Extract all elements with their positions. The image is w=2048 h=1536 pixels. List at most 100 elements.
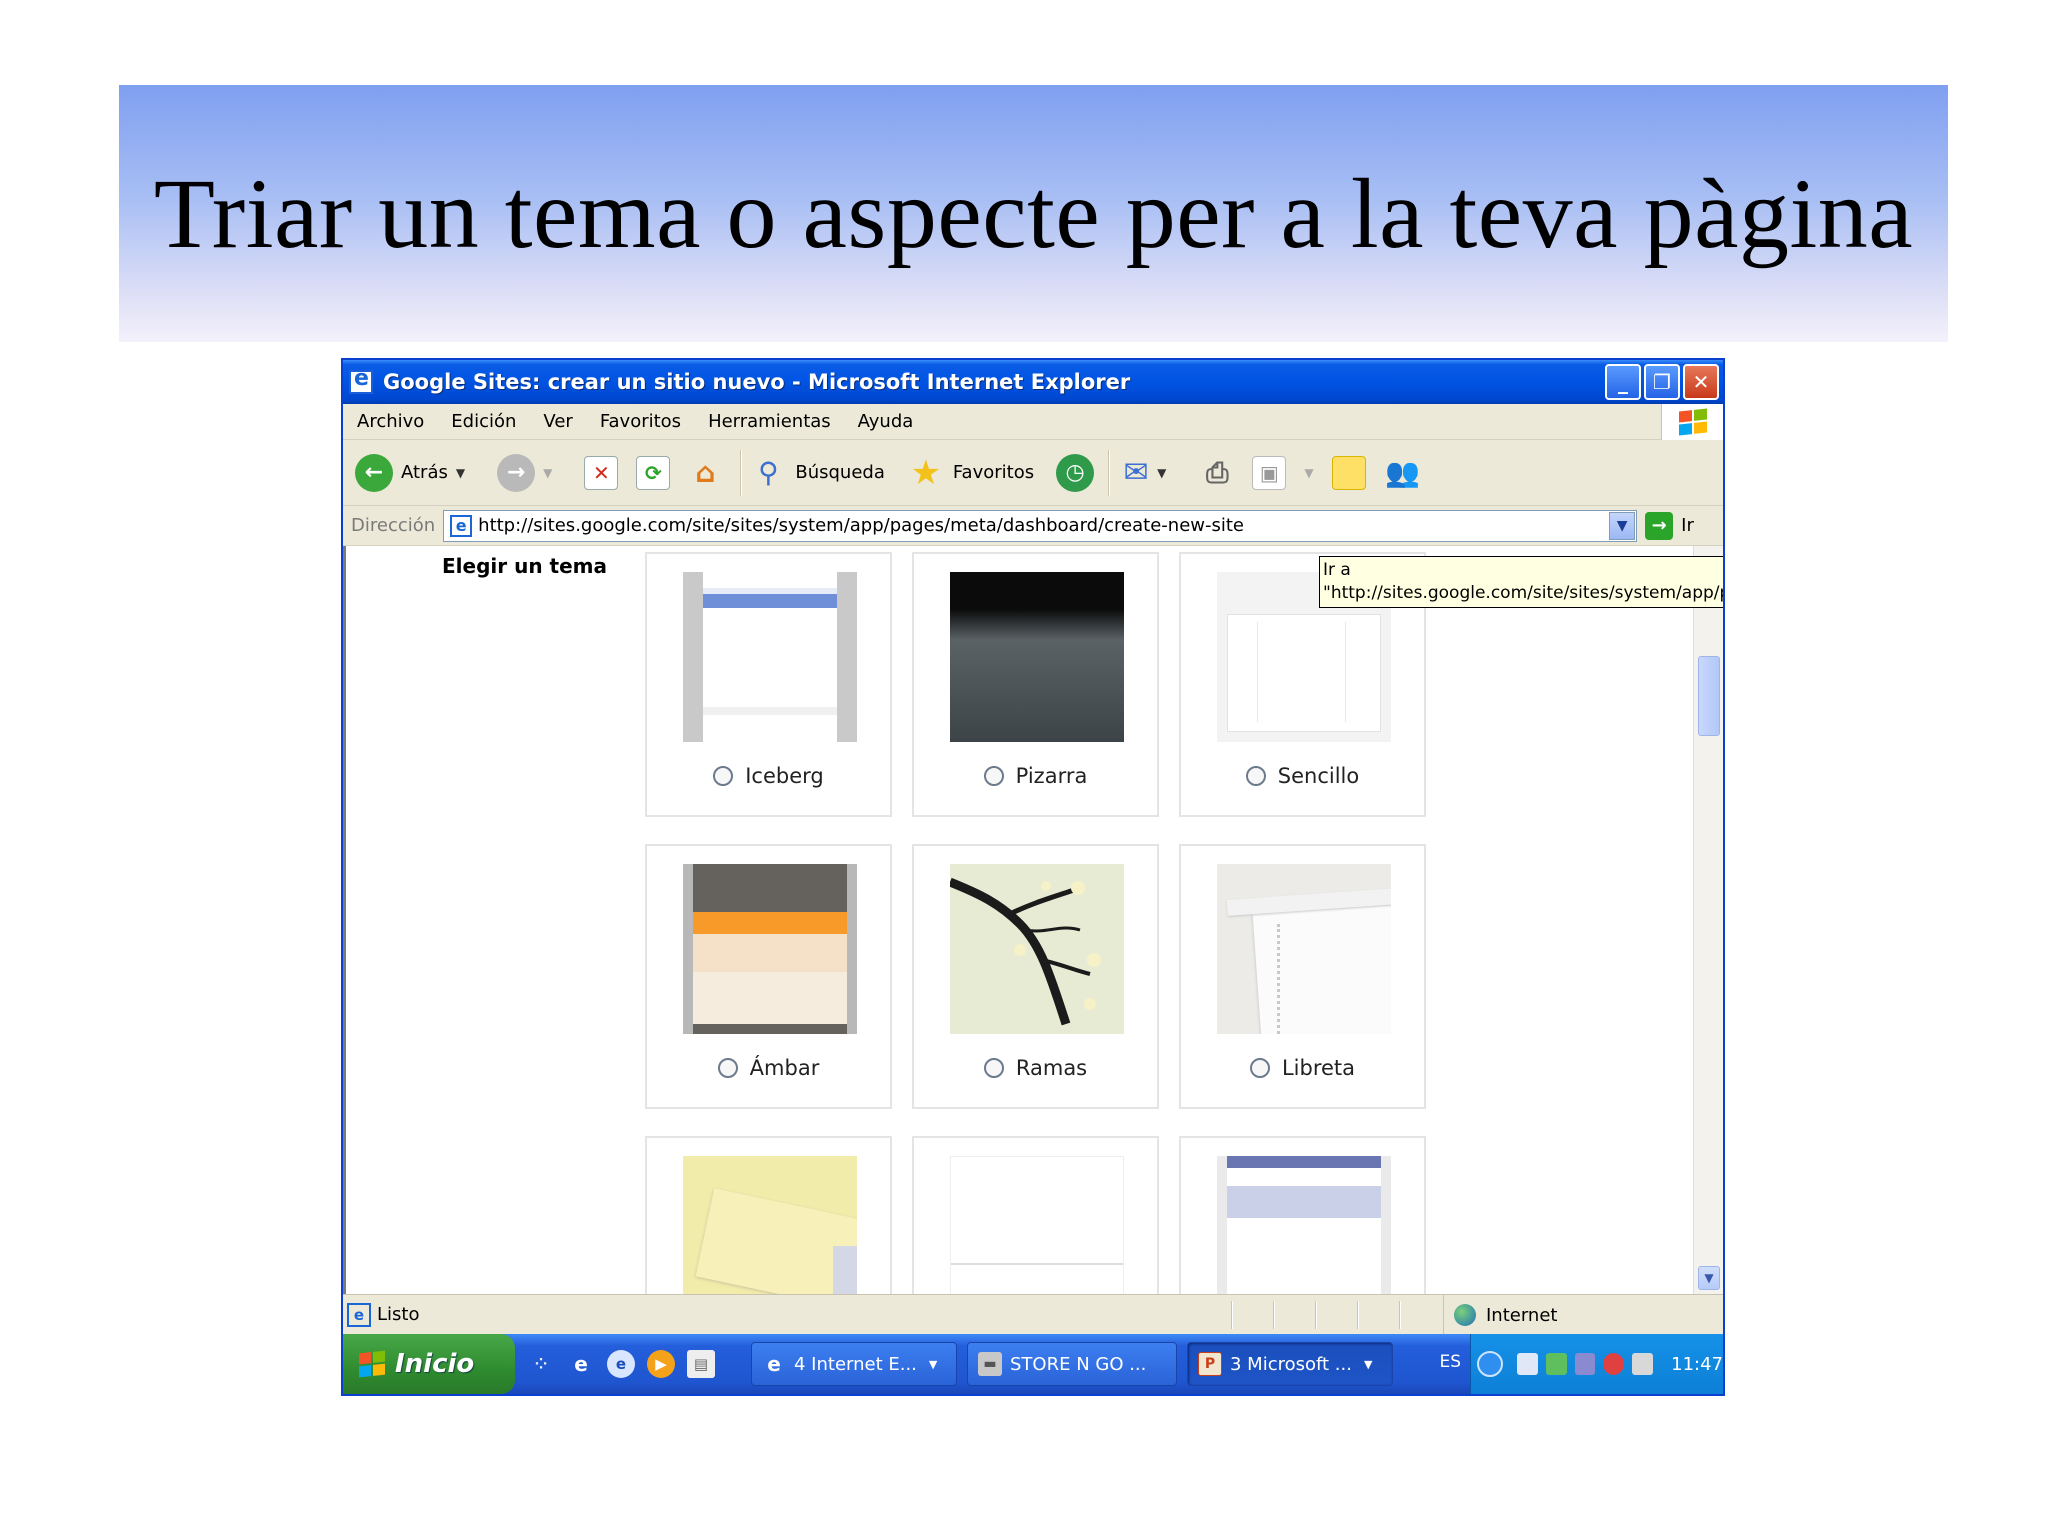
print-button[interactable]: ⎙ xyxy=(1198,454,1236,492)
theme-card-ambar[interactable]: Ámbar xyxy=(645,844,892,1109)
theme-option-sencillo[interactable]: Sencillo xyxy=(1181,764,1424,788)
radio-iceberg[interactable] xyxy=(713,766,734,786)
refresh-button[interactable]: ⟳ xyxy=(636,455,671,490)
go-label[interactable]: Ir xyxy=(1681,515,1694,536)
quicklaunch-outlook-icon[interactable]: e xyxy=(607,1350,635,1378)
theme-card-row3-1[interactable] xyxy=(645,1136,892,1294)
edit-button[interactable]: ▣ xyxy=(1252,455,1287,490)
stop-button[interactable]: ✕ xyxy=(584,455,619,490)
star-icon: ★ xyxy=(910,452,942,493)
toolbar-separator xyxy=(740,449,742,496)
chevron-down-icon[interactable]: ▼ xyxy=(1157,466,1166,480)
quicklaunch-ie-icon[interactable]: e xyxy=(567,1350,595,1378)
vertical-scrollbar[interactable]: ▼ xyxy=(1693,546,1723,1294)
back-arrow-icon: ← xyxy=(355,453,393,492)
choose-theme-heading: Elegir un tema xyxy=(442,554,607,578)
theme-card-pizarra[interactable]: Pizarra xyxy=(912,552,1159,817)
task-internet-explorer[interactable]: e 4 Internet E... ▼ xyxy=(751,1342,957,1386)
theme-card-libreta[interactable]: Libreta xyxy=(1179,844,1426,1109)
tray-alert-icon[interactable] xyxy=(1603,1353,1625,1375)
radio-ambar[interactable] xyxy=(717,1058,738,1078)
menu-edicion[interactable]: Edición xyxy=(451,411,516,432)
clock: 11:47 xyxy=(1671,1353,1724,1375)
security-zone: Internet xyxy=(1443,1295,1557,1335)
start-button[interactable]: Inicio xyxy=(343,1334,515,1394)
chevron-down-icon: ▼ xyxy=(543,465,553,480)
radio-sencillo[interactable] xyxy=(1245,766,1266,786)
theme-preview-white xyxy=(950,1156,1124,1294)
radio-pizarra[interactable] xyxy=(983,766,1004,786)
back-button[interactable]: ← Atrás ▼ xyxy=(355,453,483,492)
chevron-down-icon[interactable]: ▼ xyxy=(456,466,465,480)
chevron-down-icon: ▼ xyxy=(1304,465,1314,480)
task-label-store: STORE N GO ... xyxy=(1010,1353,1147,1375)
address-input[interactable]: e http://sites.google.com/site/sites/sys… xyxy=(443,509,1638,542)
radio-libreta[interactable] xyxy=(1249,1058,1270,1078)
quicklaunch-network-icon[interactable]: ⁘ xyxy=(527,1350,555,1378)
close-button[interactable]: ✕ xyxy=(1683,364,1719,400)
chevron-down-icon: ▼ xyxy=(1704,1271,1714,1285)
task-microsoft[interactable]: P 3 Microsoft ... ▼ xyxy=(1187,1342,1393,1386)
forward-arrow-icon: → xyxy=(497,453,536,492)
search-icon: ⚲ xyxy=(758,456,779,489)
messenger-button[interactable]: 👥 xyxy=(1384,454,1422,492)
language-indicator[interactable]: ES xyxy=(1439,1352,1461,1372)
theme-option-ramas[interactable]: Ramas xyxy=(914,1056,1157,1080)
theme-option-pizarra[interactable]: Pizarra xyxy=(914,764,1157,788)
tray-monitor-icon[interactable] xyxy=(1632,1353,1654,1375)
radio-ramas[interactable] xyxy=(983,1058,1004,1078)
tray-network-icon[interactable] xyxy=(1517,1353,1538,1375)
menu-ver[interactable]: Ver xyxy=(543,411,572,432)
window-titlebar[interactable]: Google Sites: crear un sitio nuevo - Mic… xyxy=(343,360,1723,404)
minimize-button[interactable]: _ xyxy=(1605,364,1641,400)
menu-favoritos[interactable]: Favoritos xyxy=(600,411,681,432)
task-label-ie: 4 Internet E... xyxy=(794,1353,917,1375)
home-button[interactable]: ⌂ xyxy=(688,456,722,490)
task-store-n-go[interactable]: ▬ STORE N GO ... xyxy=(967,1342,1177,1386)
quicklaunch-media-icon[interactable]: ▶ xyxy=(647,1350,675,1378)
stop-icon: ✕ xyxy=(592,460,610,485)
history-icon: ◷ xyxy=(1065,460,1085,485)
windows-flag-icon xyxy=(1678,408,1707,436)
status-bar: e Listo Internet xyxy=(343,1294,1723,1335)
tray-volume-icon[interactable] xyxy=(1574,1353,1596,1375)
theme-option-libreta[interactable]: Libreta xyxy=(1181,1056,1424,1080)
theme-card-ramas[interactable]: Ramas xyxy=(912,844,1159,1109)
tray-expand-icon[interactable] xyxy=(1477,1351,1503,1377)
system-tray: 11:47 xyxy=(1470,1334,1723,1394)
notes-button[interactable] xyxy=(1331,455,1366,490)
chevron-down-icon: ▼ xyxy=(928,1357,938,1371)
address-dropdown-button[interactable]: ▼ xyxy=(1609,511,1636,540)
theme-card-iceberg[interactable]: Iceberg xyxy=(645,552,892,817)
history-button[interactable]: ◷ xyxy=(1056,453,1095,492)
theme-label-pizarra: Pizarra xyxy=(1015,764,1088,788)
search-button[interactable]: ⚲ Búsqueda xyxy=(749,454,893,492)
theme-label-ambar: Ámbar xyxy=(749,1056,820,1080)
menu-ayuda[interactable]: Ayuda xyxy=(858,411,914,432)
windows-flag-icon xyxy=(359,1350,385,1378)
print-icon: ⎙ xyxy=(1206,455,1229,489)
tray-security-icon[interactable] xyxy=(1545,1353,1567,1375)
menu-bar: Archivo Edición Ver Favoritos Herramient… xyxy=(343,404,1723,440)
menu-archivo[interactable]: Archivo xyxy=(357,411,424,432)
tooltip-line-1: Ir a xyxy=(1323,560,1351,580)
menu-herramientas[interactable]: Herramientas xyxy=(708,411,831,432)
favorites-button[interactable]: ★ Favoritos xyxy=(907,452,1042,493)
favorites-label: Favoritos xyxy=(952,462,1035,483)
address-url: http://sites.google.com/site/sites/syste… xyxy=(478,515,1244,536)
forward-button[interactable]: → ▼ xyxy=(497,453,570,492)
theme-preview-ramas xyxy=(950,864,1124,1034)
window-title: Google Sites: crear un sitio nuevo - Mic… xyxy=(383,370,1131,394)
restore-button[interactable]: ❐ xyxy=(1644,364,1680,400)
scroll-down-button[interactable]: ▼ xyxy=(1698,1266,1720,1290)
theme-option-ambar[interactable]: Ámbar xyxy=(647,1056,890,1080)
go-button[interactable]: → xyxy=(1645,511,1674,540)
theme-card-row3-2[interactable] xyxy=(912,1136,1159,1294)
theme-option-iceberg[interactable]: Iceberg xyxy=(647,764,890,788)
mail-button[interactable]: ✉ ▼ xyxy=(1117,454,1184,492)
edit-icon: ▣ xyxy=(1259,460,1279,485)
theme-card-row3-3[interactable] xyxy=(1179,1136,1426,1294)
scrollbar-thumb[interactable] xyxy=(1698,656,1720,736)
drive-icon: ▬ xyxy=(978,1352,1002,1376)
quicklaunch-desktop-icon[interactable]: ▤ xyxy=(687,1350,715,1378)
